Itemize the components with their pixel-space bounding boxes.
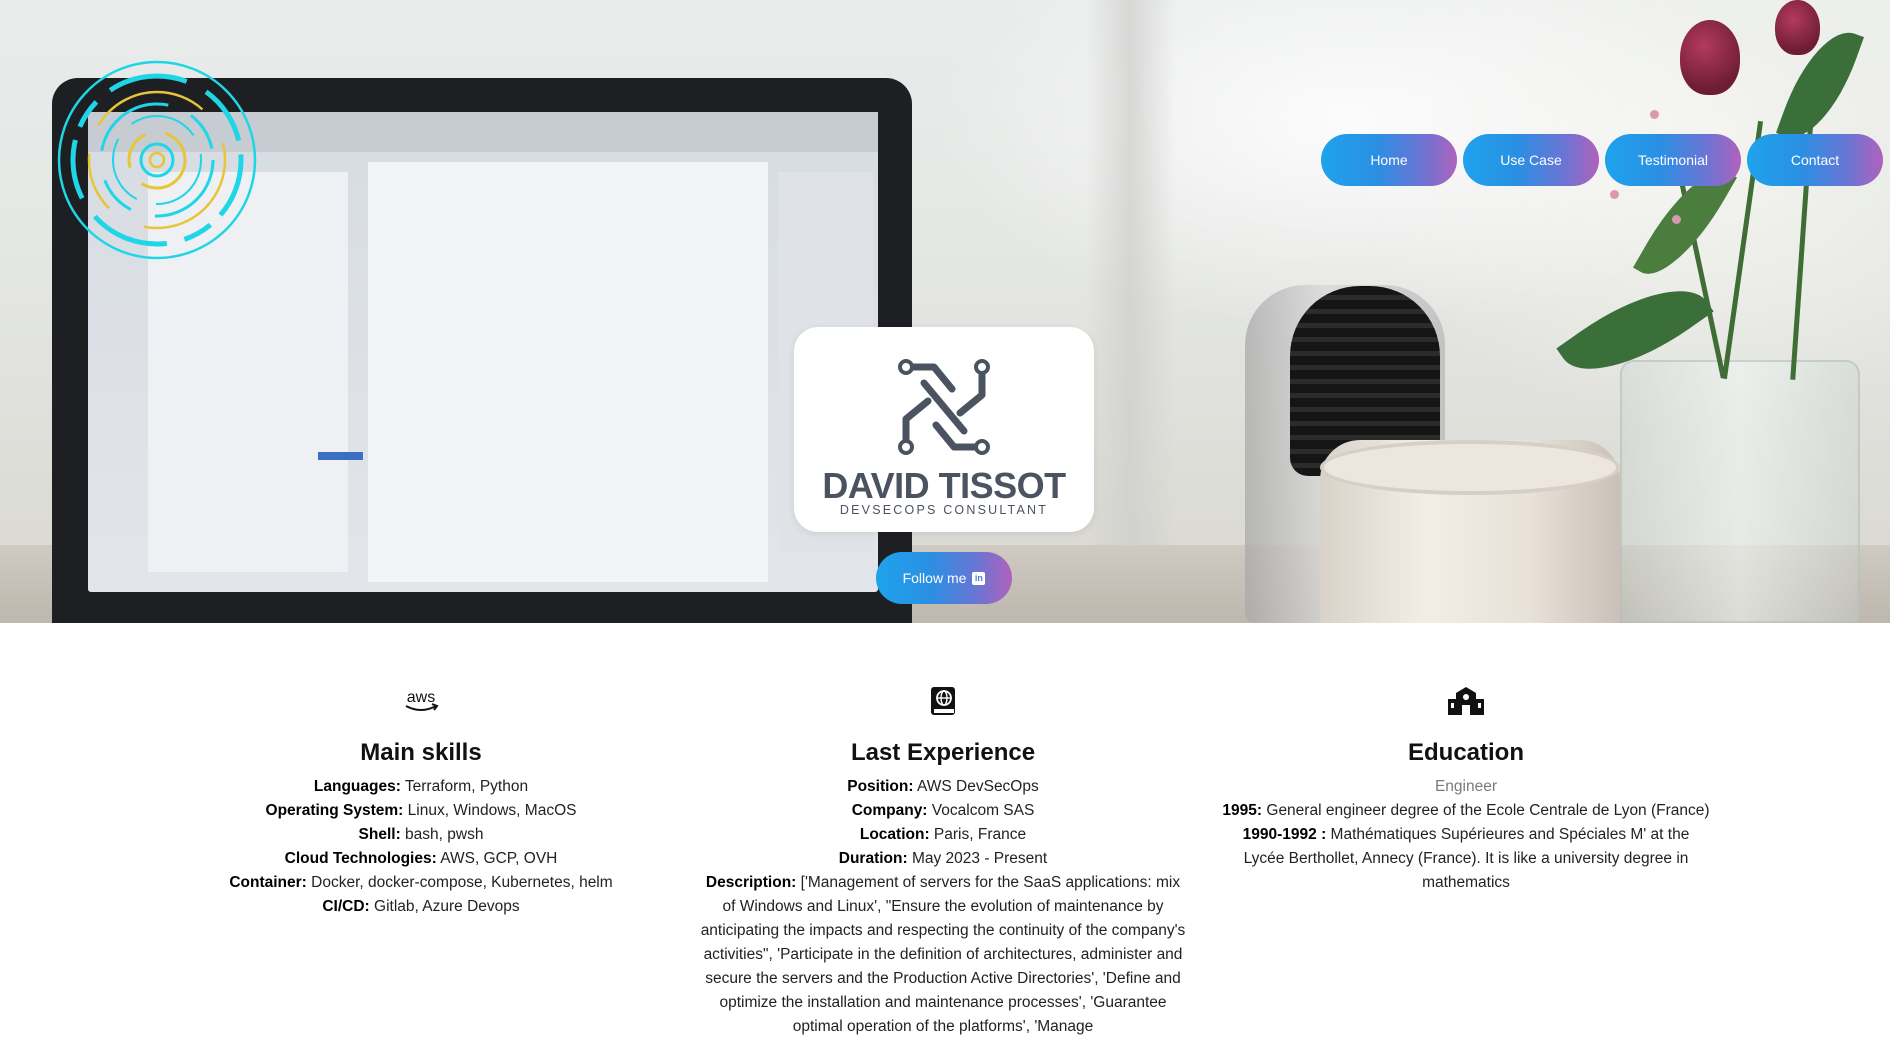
education-section: Education Engineer 1995: General enginee… xyxy=(1216,683,1716,895)
experience-description: Description: ['Management of servers for… xyxy=(700,874,1186,1035)
nav-use-case-button[interactable]: Use Case xyxy=(1463,134,1599,186)
education-subtitle: Engineer xyxy=(1434,778,1498,795)
experience-position: Position: AWS DevSecOps xyxy=(847,778,1039,795)
flower-bloom xyxy=(1775,0,1820,55)
nav-testimonial-button[interactable]: Testimonial xyxy=(1605,134,1741,186)
school-icon xyxy=(1216,683,1716,719)
follow-me-label: Follow me xyxy=(902,570,967,586)
linkedin-icon: in xyxy=(972,571,986,585)
flower-bud xyxy=(1672,215,1681,224)
experience-duration: Duration: May 2023 - Present xyxy=(838,850,1048,867)
skill-row: Container: Docker, docker-compose, Kuber… xyxy=(229,874,613,891)
experience-company: Company: Vocalcom SAS xyxy=(851,802,1035,819)
skill-row: Operating System: Linux, Windows, MacOS xyxy=(265,802,577,819)
skill-row: Shell: bash, pwsh xyxy=(358,826,484,843)
experience-details: Position: AWS DevSecOps Company: Vocalco… xyxy=(693,775,1193,1039)
experience-title: Last Experience xyxy=(850,739,1036,766)
book-globe-icon xyxy=(693,683,1193,719)
flower-bud xyxy=(1610,190,1619,199)
aws-icon: aws xyxy=(171,683,671,719)
follow-me-button[interactable]: Follow me in xyxy=(876,552,1012,604)
skill-row: CI/CD: Gitlab, Azure Devops xyxy=(322,898,520,915)
education-title: Education xyxy=(1407,739,1524,766)
hero-vase-image xyxy=(1620,360,1860,623)
skill-row: Cloud Technologies: AWS, GCP, OVH xyxy=(284,850,558,867)
brand-card: DAVID TISSOT DEVSECOPS CONSULTANT xyxy=(794,327,1094,532)
education-details: Engineer 1995: General engineer degree o… xyxy=(1216,775,1716,895)
brand-subtitle: DEVSECOPS CONSULTANT xyxy=(839,503,1049,517)
flower-bud xyxy=(1650,110,1659,119)
skills-title: Main skills xyxy=(360,739,482,766)
hero-background-pillar xyxy=(1085,0,1175,623)
experience-location: Location: Paris, France xyxy=(859,826,1027,843)
skills-section: aws Main skills Languages: Terraform, Py… xyxy=(171,683,671,919)
skills-list: Languages: Terraform, Python Operating S… xyxy=(171,775,671,919)
hero-mug-rim xyxy=(1320,440,1620,495)
circular-tech-ring-icon[interactable] xyxy=(55,58,260,263)
main-nav: Home Use Case Testimonial Contact xyxy=(1321,134,1883,186)
nav-contact-button[interactable]: Contact xyxy=(1747,134,1883,186)
experience-section: Last Experience Position: AWS DevSecOps … xyxy=(693,683,1193,1039)
circuit-monogram-icon xyxy=(898,359,990,455)
skill-row: Languages: Terraform, Python xyxy=(313,778,529,795)
education-row: 1995: General engineer degree of the Eco… xyxy=(1222,802,1710,819)
education-row: 1990-1992 : Mathématiques Supérieures an… xyxy=(1242,826,1690,891)
brand-name: DAVID TISSOT xyxy=(822,465,1066,506)
flower-bloom xyxy=(1680,20,1740,95)
nav-home-button[interactable]: Home xyxy=(1321,134,1457,186)
svg-text:aws: aws xyxy=(407,689,435,706)
